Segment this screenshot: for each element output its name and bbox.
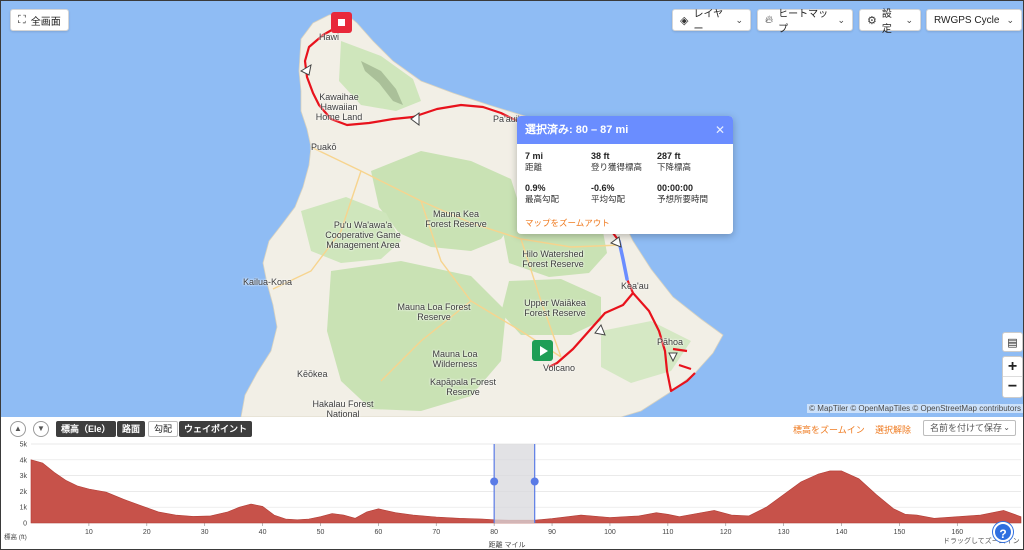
help-button[interactable]: ?	[993, 522, 1013, 542]
x-tick-label: 140	[836, 529, 848, 536]
selection-handle-right	[530, 477, 539, 486]
x-tick-label: 20	[143, 529, 151, 536]
x-tick-label: 150	[894, 529, 906, 536]
y-tick-labels: 0 1k 2k 3k 4k 5k	[20, 442, 28, 528]
selection-handle-left	[490, 477, 499, 486]
x-tick-label: 10	[85, 529, 93, 536]
x-tick-label: 80	[490, 529, 498, 536]
x-tick-label: 110	[662, 529, 673, 536]
x-tick-label: 40	[259, 529, 267, 536]
x-tick-labels: 10 20 30 40 50 60 70 80 90 100 110 120 130 140 150 160	[85, 523, 963, 536]
app-frame: Hawi Kawaihae Hawaiian Home Land Pa'auil…	[0, 0, 1024, 550]
x-tick-label: 50	[317, 529, 325, 536]
x-tick-label: 100	[604, 529, 616, 536]
x-tick-label: 30	[201, 529, 209, 536]
x-tick-label: 60	[374, 529, 382, 536]
selection-range	[494, 444, 535, 523]
y-axis-title: 標高 (ft)	[4, 532, 27, 541]
x-tick-label: 70	[432, 529, 440, 536]
y-tick-label: 2k	[20, 489, 28, 496]
y-tick-label: 0	[23, 521, 27, 528]
y-tick-label: 1k	[20, 505, 28, 512]
x-tick-label: 90	[548, 529, 556, 536]
y-tick-label: 5k	[20, 442, 28, 449]
x-tick-label: 120	[720, 529, 732, 536]
y-tick-label: 3k	[20, 473, 28, 480]
y-tick-label: 4k	[20, 457, 28, 464]
x-tick-label: 130	[778, 529, 790, 536]
elevation-chart[interactable]: 01k2k3k4k5k 10 20 30 40 50 60 70 80 90 100 110 120 1…	[1, 1, 1024, 550]
x-tick-label: 160	[951, 529, 963, 536]
x-axis-title: 距離 マイル	[489, 540, 526, 549]
